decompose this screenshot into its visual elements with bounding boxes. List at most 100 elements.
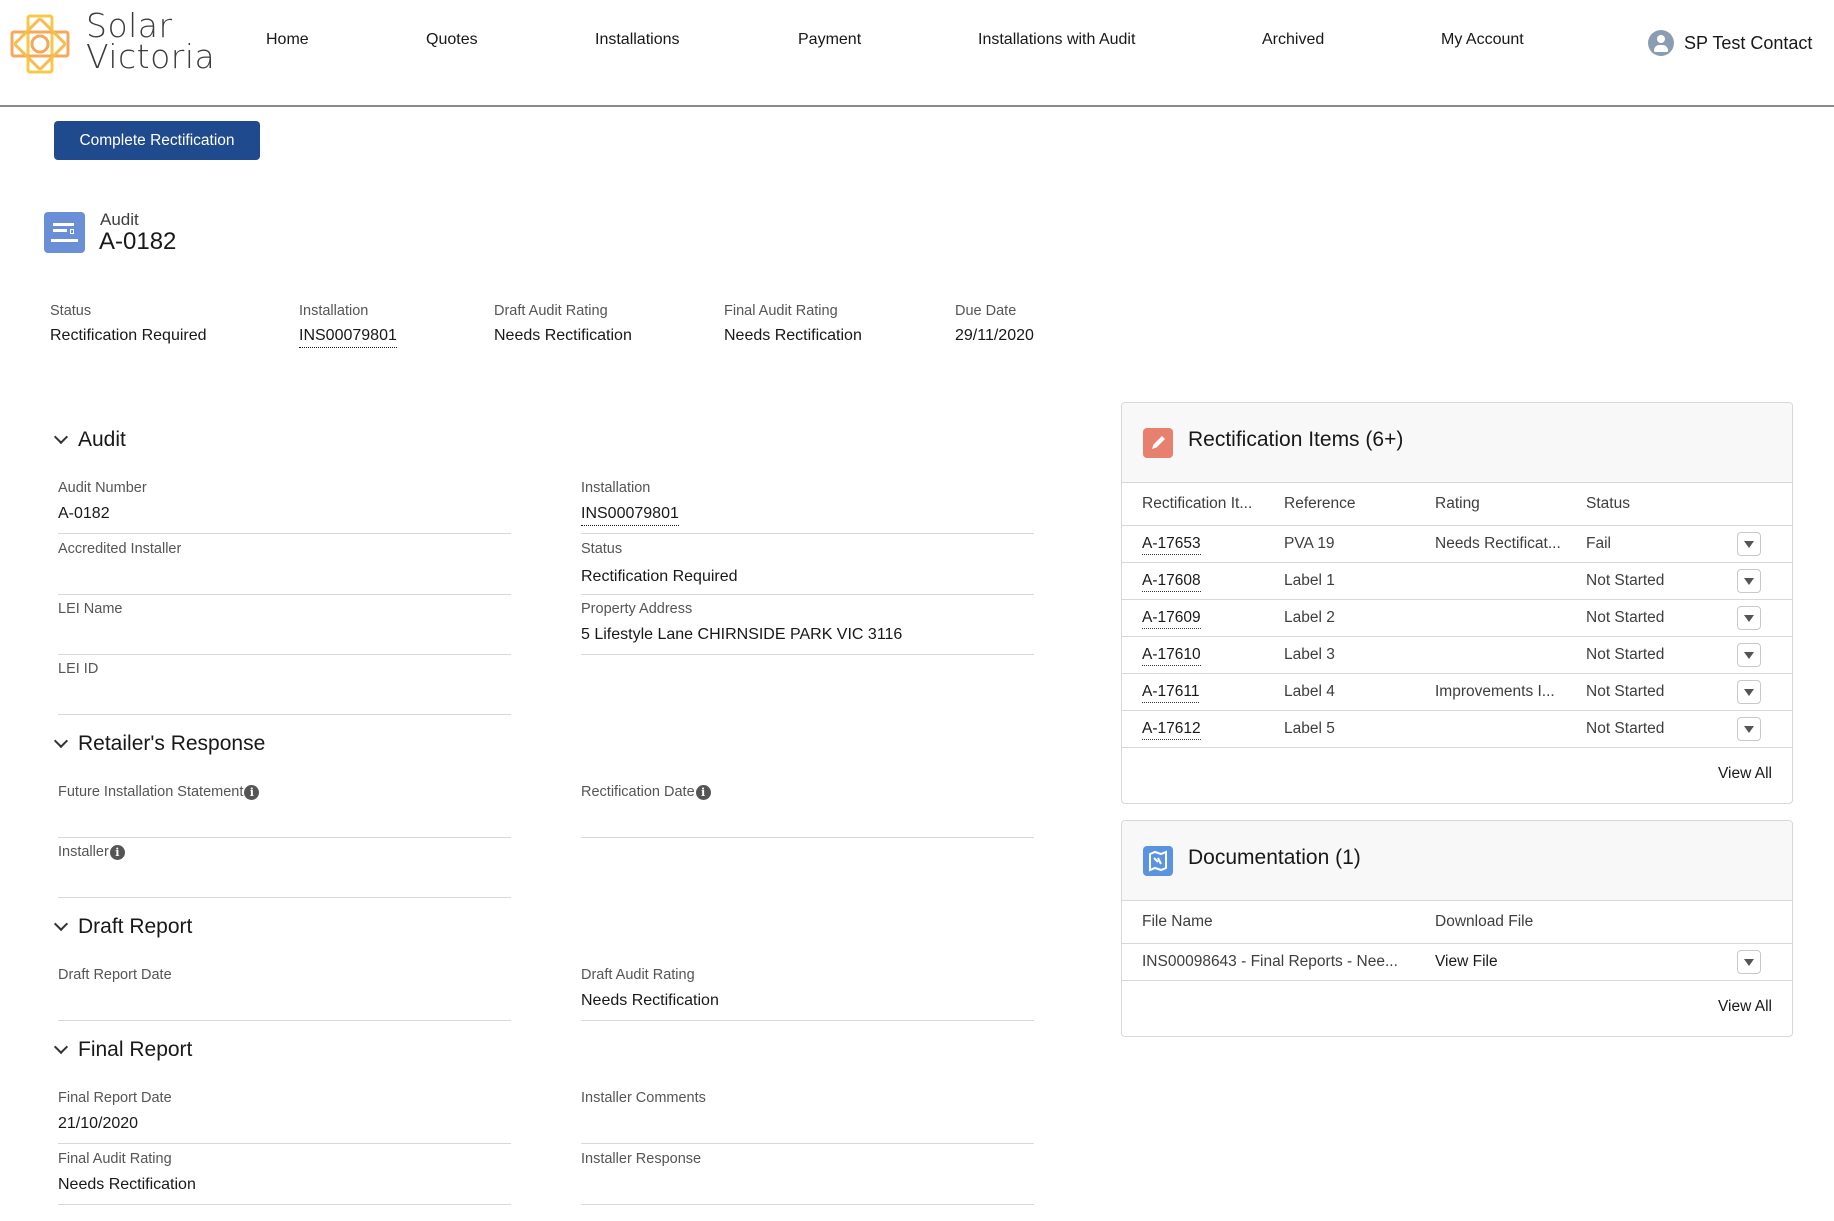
- document-map-icon: [1143, 846, 1173, 876]
- row-actions-dropdown-icon[interactable]: [1737, 643, 1761, 667]
- table-row: A-17610 Label 3 Not Started: [1122, 637, 1792, 674]
- view-file-link[interactable]: View File: [1435, 953, 1498, 971]
- table-row: INS00098643 - Final Reports - Nee... View…: [1122, 944, 1792, 981]
- section-draft-report-toggle[interactable]: Draft Report: [53, 915, 192, 939]
- field-label-text: Rectification Date: [581, 784, 695, 800]
- field-draft-audit-rating: Draft Audit Rating Needs Rectification: [581, 967, 1034, 1021]
- solar-victoria-logo-icon[interactable]: [8, 12, 72, 76]
- audit-record-icon: [44, 212, 85, 253]
- field-label: Installer Response: [581, 1151, 702, 1167]
- field-label: Accredited Installer: [58, 541, 182, 557]
- section-audit-toggle[interactable]: Audit: [53, 428, 126, 452]
- field-label: Future Installation Statement i: [58, 784, 260, 800]
- file-name-cell: INS00098643 - Final Reports - Nee...: [1142, 953, 1398, 970]
- rectification-items-card: Rectification Items (6+) Rectification I…: [1121, 402, 1793, 804]
- highlight-due-date-value: 29/11/2020: [955, 327, 1034, 344]
- section-retailer-toggle[interactable]: Retailer's Response: [53, 732, 266, 756]
- field-audit-number: Audit Number A-0182: [58, 480, 511, 534]
- reference-cell: Label 1: [1284, 572, 1335, 589]
- field-label: Draft Report Date: [58, 967, 172, 983]
- table-row: A-17612 Label 5 Not Started: [1122, 711, 1792, 748]
- rectification-item-link[interactable]: A-17609: [1142, 609, 1201, 629]
- documentation-list: INS00098643 - Final Reports - Nee... View…: [1122, 944, 1792, 981]
- highlight-draft-rating-label: Draft Audit Rating: [494, 303, 608, 319]
- card-title[interactable]: Documentation (1): [1188, 846, 1361, 870]
- field-label: Audit Number: [58, 480, 147, 496]
- column-header-download-file[interactable]: Download File: [1435, 913, 1533, 931]
- field-final-report-date: Final Report Date 21/10/2020: [58, 1090, 511, 1144]
- column-header-rating[interactable]: Rating: [1435, 495, 1480, 513]
- highlight-installation-label: Installation: [299, 303, 369, 319]
- rectification-items-list: A-17653 PVA 19 Needs Rectificat... Fail A-17…: [1122, 526, 1792, 748]
- card-title[interactable]: Rectification Items (6+): [1188, 428, 1403, 452]
- rectification-item-link[interactable]: A-17653: [1142, 535, 1201, 555]
- field-draft-report-date: Draft Report Date: [58, 967, 511, 1021]
- nav-archived[interactable]: Archived: [1262, 31, 1324, 49]
- documentation-card: Documentation (1) File Name Download Fil…: [1121, 820, 1793, 1037]
- row-actions-dropdown-icon[interactable]: [1737, 606, 1761, 630]
- rating-cell: Improvements I...: [1435, 683, 1555, 700]
- card-header: Documentation (1): [1122, 821, 1792, 901]
- column-header-reference[interactable]: Reference: [1284, 495, 1356, 513]
- nav-installations[interactable]: Installations: [595, 31, 680, 49]
- column-header-item[interactable]: Rectification It...: [1142, 495, 1252, 513]
- rectification-item-link[interactable]: A-17611: [1142, 683, 1200, 703]
- user-avatar-icon: [1648, 30, 1674, 56]
- section-retailer-title: Retailer's Response: [78, 732, 266, 755]
- nav-quotes[interactable]: Quotes: [426, 31, 478, 49]
- chevron-down-icon: [53, 733, 69, 749]
- chevron-down-icon: [53, 1039, 69, 1055]
- user-menu[interactable]: SP Test Contact: [1648, 30, 1812, 56]
- table-header: Rectification It... Reference Rating Sta…: [1122, 483, 1792, 526]
- field-label: Installation: [581, 480, 651, 496]
- field-property-address: Property Address 5 Lifestyle Lane CHIRNS…: [581, 601, 1034, 655]
- row-actions-dropdown-icon[interactable]: [1737, 950, 1761, 974]
- complete-rectification-button[interactable]: Complete Rectification: [54, 121, 260, 160]
- field-final-audit-rating: Final Audit Rating Needs Rectification: [58, 1151, 511, 1205]
- column-header-file-name[interactable]: File Name: [1142, 913, 1213, 931]
- highlight-installation-link[interactable]: INS00079801: [299, 327, 397, 348]
- view-all-rectification-items-link[interactable]: View All: [1718, 765, 1772, 783]
- info-icon[interactable]: i: [695, 784, 711, 800]
- field-value: Needs Rectification: [58, 1176, 196, 1193]
- row-actions-dropdown-icon[interactable]: [1737, 717, 1761, 741]
- record-type: Audit: [100, 210, 139, 229]
- table-row: A-17653 PVA 19 Needs Rectificat... Fail: [1122, 526, 1792, 563]
- nav-payment[interactable]: Payment: [798, 31, 861, 49]
- row-actions-dropdown-icon[interactable]: [1737, 680, 1761, 704]
- column-header-status[interactable]: Status: [1586, 495, 1630, 513]
- field-value: 21/10/2020: [58, 1115, 139, 1132]
- highlight-final-rating-label: Final Audit Rating: [724, 303, 838, 319]
- row-actions-dropdown-icon[interactable]: [1737, 569, 1761, 593]
- highlight-status-value: Rectification Required: [50, 327, 207, 344]
- status-cell: Not Started: [1586, 683, 1665, 700]
- row-actions-dropdown-icon[interactable]: [1737, 532, 1761, 556]
- section-final-report-toggle[interactable]: Final Report: [53, 1038, 192, 1062]
- card-header: Rectification Items (6+): [1122, 403, 1792, 483]
- rectification-item-link[interactable]: A-17610: [1142, 646, 1201, 666]
- field-status: Status Rectification Required: [581, 541, 1034, 595]
- info-icon[interactable]: i: [244, 784, 260, 800]
- field-label: Installer i: [58, 844, 125, 860]
- chevron-down-icon: [53, 916, 69, 932]
- field-label: Rectification Date i: [581, 784, 711, 800]
- field-label: LEI ID: [58, 661, 99, 677]
- nav-home[interactable]: Home: [266, 31, 309, 49]
- status-cell: Not Started: [1586, 572, 1665, 589]
- field-label: Property Address: [581, 601, 693, 617]
- info-icon[interactable]: i: [109, 844, 125, 860]
- highlight-draft-rating-value: Needs Rectification: [494, 327, 632, 344]
- table-row: A-17611 Label 4 Improvements I... Not Start…: [1122, 674, 1792, 711]
- nav-installations-with-audit[interactable]: Installations with Audit: [978, 31, 1135, 49]
- status-cell: Fail: [1586, 535, 1611, 552]
- field-label-text: Installer: [58, 844, 109, 860]
- view-all-documentation-link[interactable]: View All: [1718, 998, 1772, 1016]
- rectification-item-link[interactable]: A-17608: [1142, 572, 1201, 592]
- reference-cell: Label 2: [1284, 609, 1335, 626]
- installation-link[interactable]: INS00079801: [581, 505, 679, 526]
- nav-my-account[interactable]: My Account: [1441, 31, 1524, 49]
- rectification-item-link[interactable]: A-17612: [1142, 720, 1201, 740]
- field-label: Status: [581, 541, 623, 557]
- field-label-text: Future Installation Statement: [58, 784, 244, 800]
- field-value: 5 Lifestyle Lane CHIRNSIDE PARK VIC 3116: [581, 626, 903, 643]
